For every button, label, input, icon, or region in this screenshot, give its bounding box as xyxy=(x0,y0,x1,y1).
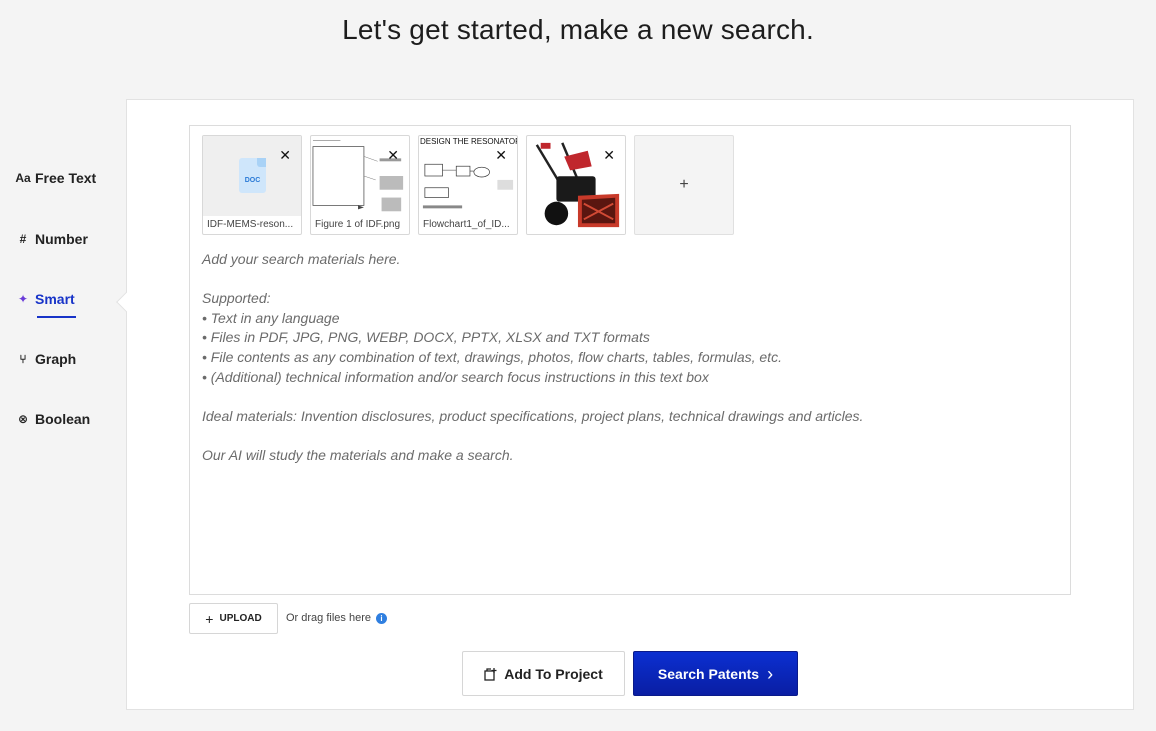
doc-file-icon: DOC xyxy=(239,158,266,193)
sidebar-item-label: Number xyxy=(35,231,88,247)
search-materials-hint[interactable]: Add your search materials here. Supporte… xyxy=(202,250,1062,466)
sidebar-item-graph[interactable]: ⑂ Graph xyxy=(16,344,76,374)
add-to-project-button[interactable]: Add To Project xyxy=(462,651,625,696)
remove-attachment-icon[interactable]: ✕ xyxy=(495,148,507,162)
sidebar-item-label: Free Text xyxy=(35,170,97,186)
add-to-project-icon xyxy=(484,667,497,681)
remove-attachment-icon[interactable]: ✕ xyxy=(279,148,291,162)
remove-attachment-icon[interactable]: ✕ xyxy=(603,148,615,162)
attachment-thumbnail[interactable]: DOC ✕ IDF-MEMS-reson... xyxy=(202,135,302,235)
flowchart-preview-heading: DESIGN THE RESONATOR xyxy=(420,137,518,146)
info-icon[interactable]: i xyxy=(375,612,387,624)
add-to-project-label: Add To Project xyxy=(504,665,603,682)
attachment-thumbnail[interactable]: ✕ Figure 1 of IDF.png xyxy=(310,135,410,235)
attachment-filename: Figure 1 of IDF.png xyxy=(315,219,401,230)
boolean-icon: ⊗ xyxy=(17,412,29,426)
search-mode-sidebar: Aa Free Text # Number ✦ Smart ⑂ Graph ⊗ … xyxy=(0,100,127,731)
sidebar-item-label: Boolean xyxy=(35,411,91,427)
plus-icon: + xyxy=(679,176,689,193)
sidebar-item-boolean[interactable]: ⊗ Boolean xyxy=(16,404,90,434)
page-title: Let's get started, make a new search. xyxy=(342,14,814,45)
search-patents-button[interactable]: Search Patents › xyxy=(633,651,798,696)
search-patents-label: Search Patents xyxy=(657,665,760,682)
sidebar-item-number[interactable]: # Number xyxy=(16,224,88,254)
remove-attachment-icon[interactable]: ✕ xyxy=(387,148,399,162)
drag-files-hint: Or drag files here i xyxy=(286,612,387,624)
plus-icon: + xyxy=(205,610,214,627)
attachment-thumbnail[interactable]: ✕ xyxy=(526,135,626,235)
chevron-right-icon: › xyxy=(767,663,774,684)
aa-icon: Aa xyxy=(15,171,31,185)
graph-icon: ⑂ xyxy=(19,352,27,366)
sidebar-item-label: Graph xyxy=(35,351,77,367)
attachment-thumbnail[interactable]: DESIGN THE RESONATOR ✕ Flowchart1_of_ID.… xyxy=(418,135,518,235)
active-tab-underline xyxy=(37,316,76,318)
sidebar-item-label: Smart xyxy=(35,291,75,307)
hash-icon: # xyxy=(19,232,27,246)
attachment-filename: Flowchart1_of_ID... xyxy=(423,219,510,230)
sidebar-item-free-text[interactable]: Aa Free Text xyxy=(15,163,97,193)
add-attachment-button[interactable]: + xyxy=(634,135,734,235)
upload-label: UPLOAD xyxy=(219,613,262,624)
attachment-filename: IDF-MEMS-reson... xyxy=(207,219,294,230)
sparkle-icon: ✦ xyxy=(17,292,29,306)
sidebar-item-smart[interactable]: ✦ Smart xyxy=(16,284,76,318)
upload-button[interactable]: + UPLOAD xyxy=(189,603,278,634)
